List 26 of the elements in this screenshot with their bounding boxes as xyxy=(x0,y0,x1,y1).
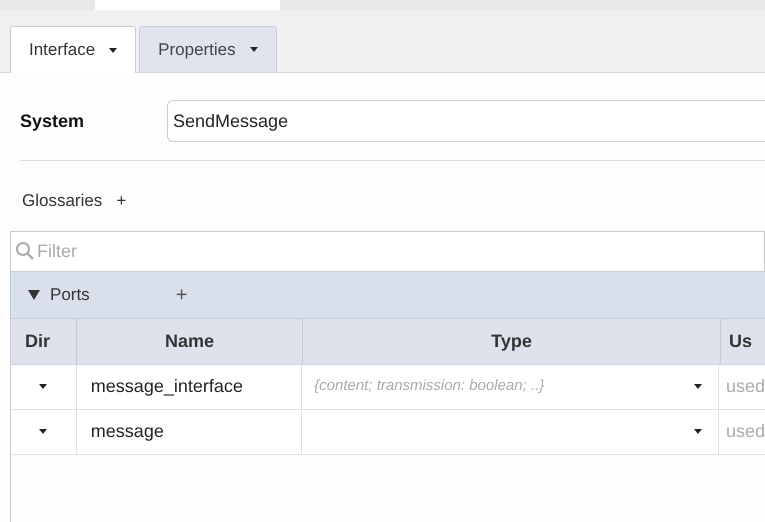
column-header[interactable]: Dir xyxy=(11,318,77,364)
ports-expand-toggle[interactable] xyxy=(28,288,40,300)
direction-caret-icon xyxy=(39,429,48,434)
table-cell-text: used xyxy=(724,420,765,443)
system-label: System xyxy=(20,110,86,133)
add-port-button[interactable]: + xyxy=(176,280,188,310)
dropdown-caret-icon xyxy=(250,47,258,52)
dropdown-caret-icon xyxy=(109,48,118,52)
system-name-field[interactable]: SendMessage xyxy=(167,100,765,142)
glossaries-label: Glossaries xyxy=(22,190,102,212)
type-dropdown-caret-icon xyxy=(694,384,702,389)
column-header[interactable]: Us xyxy=(721,318,765,364)
table-cell: message_interface xyxy=(76,364,302,408)
column-header[interactable]: Name xyxy=(77,318,303,364)
tab[interactable]: Interface xyxy=(10,26,136,73)
type-dropdown-caret-icon xyxy=(694,429,702,434)
direction-caret-icon xyxy=(39,384,48,389)
tab[interactable]: Properties xyxy=(139,26,277,72)
column-header[interactable]: Type xyxy=(303,318,721,364)
ports-title: Ports xyxy=(50,284,90,306)
table-cell-text: used xyxy=(724,375,765,398)
filter-field[interactable]: Filter xyxy=(10,230,765,272)
triangle-down-icon xyxy=(28,288,40,300)
add-glossary-button[interactable]: + xyxy=(116,188,126,214)
search-icon xyxy=(15,240,35,260)
table-cell: message xyxy=(76,410,302,454)
